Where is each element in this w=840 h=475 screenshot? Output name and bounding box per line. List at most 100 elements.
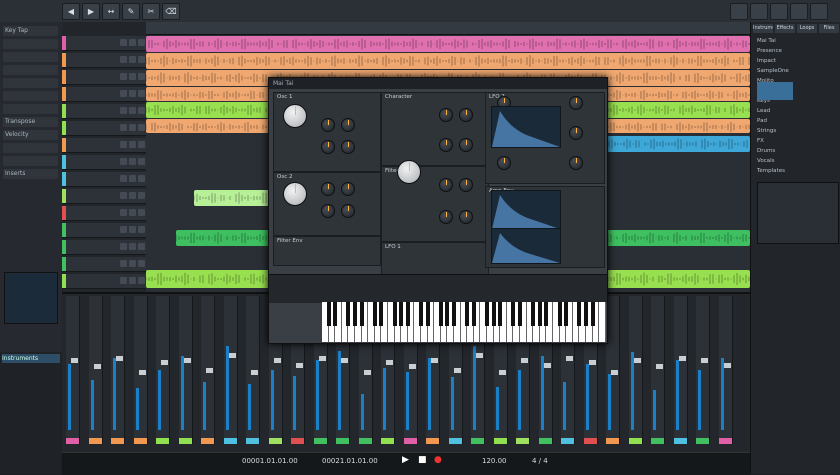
arrangement-clip[interactable]	[606, 136, 750, 152]
black-key[interactable]	[491, 302, 496, 326]
record-arm-button[interactable]	[138, 56, 145, 63]
view-button[interactable]	[730, 3, 748, 20]
black-key[interactable]	[590, 302, 595, 326]
mixer-channel[interactable]	[111, 296, 125, 444]
track-header[interactable]	[62, 70, 146, 85]
inspector-row[interactable]	[3, 52, 58, 62]
synth-knob[interactable]	[569, 96, 583, 110]
inspector-row[interactable]: Key Tap	[3, 26, 58, 36]
solo-button[interactable]	[129, 124, 136, 131]
mixer-channel[interactable]	[651, 296, 665, 444]
track-header[interactable]	[62, 274, 146, 289]
toolbar-button[interactable]: ✂	[142, 3, 160, 20]
timeline-ruler[interactable]	[146, 22, 750, 35]
record-arm-button[interactable]	[138, 141, 145, 148]
inspector-row[interactable]: Inserts	[3, 169, 58, 179]
volume-fader[interactable]	[723, 362, 731, 368]
solo-button[interactable]	[129, 175, 136, 182]
browser-item[interactable]: Strings	[757, 128, 837, 135]
play-button[interactable]: ▶	[402, 455, 409, 465]
black-key[interactable]	[584, 302, 588, 326]
volume-fader[interactable]	[633, 358, 641, 363]
inspector-row[interactable]	[3, 143, 58, 153]
toolbar-button[interactable]: ▶	[82, 3, 100, 20]
mute-button[interactable]	[120, 107, 127, 114]
synth-knob[interactable]	[341, 182, 355, 196]
synth-knob[interactable]	[397, 160, 421, 184]
record-arm-button[interactable]	[138, 192, 145, 199]
synth-knob[interactable]	[569, 126, 583, 140]
track-header[interactable]	[62, 189, 146, 204]
volume-fader[interactable]	[611, 370, 618, 375]
track-header[interactable]	[62, 223, 146, 238]
solo-button[interactable]	[129, 90, 136, 97]
track-header[interactable]	[62, 240, 146, 255]
arrangement-clip[interactable]	[146, 53, 750, 69]
mute-button[interactable]	[120, 141, 127, 148]
black-key[interactable]	[359, 302, 364, 326]
solo-button[interactable]	[129, 107, 136, 114]
solo-button[interactable]	[129, 39, 136, 46]
mute-button[interactable]	[120, 277, 127, 284]
mixer-channel[interactable]	[718, 296, 733, 444]
mixer-channel[interactable]	[628, 296, 643, 444]
synth-knob[interactable]	[321, 182, 335, 196]
inspector-row[interactable]	[3, 78, 58, 88]
track-header[interactable]	[62, 138, 146, 153]
volume-fader[interactable]	[296, 362, 303, 368]
mute-button[interactable]	[120, 243, 127, 250]
synth-knob[interactable]	[341, 118, 355, 132]
volume-fader[interactable]	[183, 358, 191, 363]
volume-fader[interactable]	[273, 358, 281, 363]
solo-button[interactable]	[129, 73, 136, 80]
black-key[interactable]	[438, 302, 443, 326]
volume-fader[interactable]	[228, 353, 236, 359]
mute-button[interactable]	[120, 90, 127, 97]
inspector-row[interactable]	[3, 65, 58, 75]
mixer-channel[interactable]	[201, 296, 215, 444]
virtual-keyboard[interactable]	[322, 302, 606, 342]
mixer-channel[interactable]	[133, 296, 148, 444]
volume-fader[interactable]	[71, 358, 78, 363]
black-key[interactable]	[557, 302, 562, 326]
inspector-row[interactable]	[3, 104, 58, 114]
white-key[interactable]	[599, 302, 606, 342]
solo-button[interactable]	[129, 277, 136, 284]
volume-fader[interactable]	[93, 364, 101, 369]
solo-button[interactable]	[129, 260, 136, 267]
black-key[interactable]	[405, 302, 410, 326]
volume-fader[interactable]	[566, 355, 573, 361]
track-header[interactable]	[62, 172, 146, 187]
synth-knob[interactable]	[283, 182, 307, 206]
volume-fader[interactable]	[431, 358, 438, 363]
solo-button[interactable]	[129, 56, 136, 63]
solo-button[interactable]	[129, 209, 136, 216]
volume-fader[interactable]	[251, 370, 258, 375]
toolbar-button[interactable]: ◀	[62, 3, 80, 20]
mute-button[interactable]	[120, 124, 127, 131]
mute-button[interactable]	[120, 226, 127, 233]
mute-button[interactable]	[120, 209, 127, 216]
synth-knob[interactable]	[321, 204, 335, 218]
volume-fader[interactable]	[363, 370, 371, 375]
browser-item[interactable]: Pad	[757, 118, 837, 125]
inspector-row[interactable]	[3, 39, 58, 49]
black-key[interactable]	[353, 302, 357, 326]
record-button[interactable]: ●	[434, 455, 442, 465]
signature-display[interactable]: 4 / 4	[532, 457, 548, 465]
browser-item[interactable]: Impact	[757, 58, 837, 65]
volume-fader[interactable]	[408, 364, 416, 369]
track-header[interactable]	[62, 53, 146, 68]
volume-fader[interactable]	[476, 353, 483, 359]
synth-knob[interactable]	[439, 138, 453, 152]
record-arm-button[interactable]	[138, 226, 145, 233]
inspector-row[interactable]: Transpose	[3, 117, 58, 127]
solo-button[interactable]	[129, 158, 136, 165]
mute-button[interactable]	[120, 56, 127, 63]
stop-button[interactable]: ■	[418, 455, 427, 465]
solo-button[interactable]	[129, 243, 136, 250]
synth-knob[interactable]	[439, 108, 453, 122]
mixer-channel[interactable]	[606, 296, 620, 444]
record-arm-button[interactable]	[138, 107, 145, 114]
black-key[interactable]	[372, 302, 377, 326]
